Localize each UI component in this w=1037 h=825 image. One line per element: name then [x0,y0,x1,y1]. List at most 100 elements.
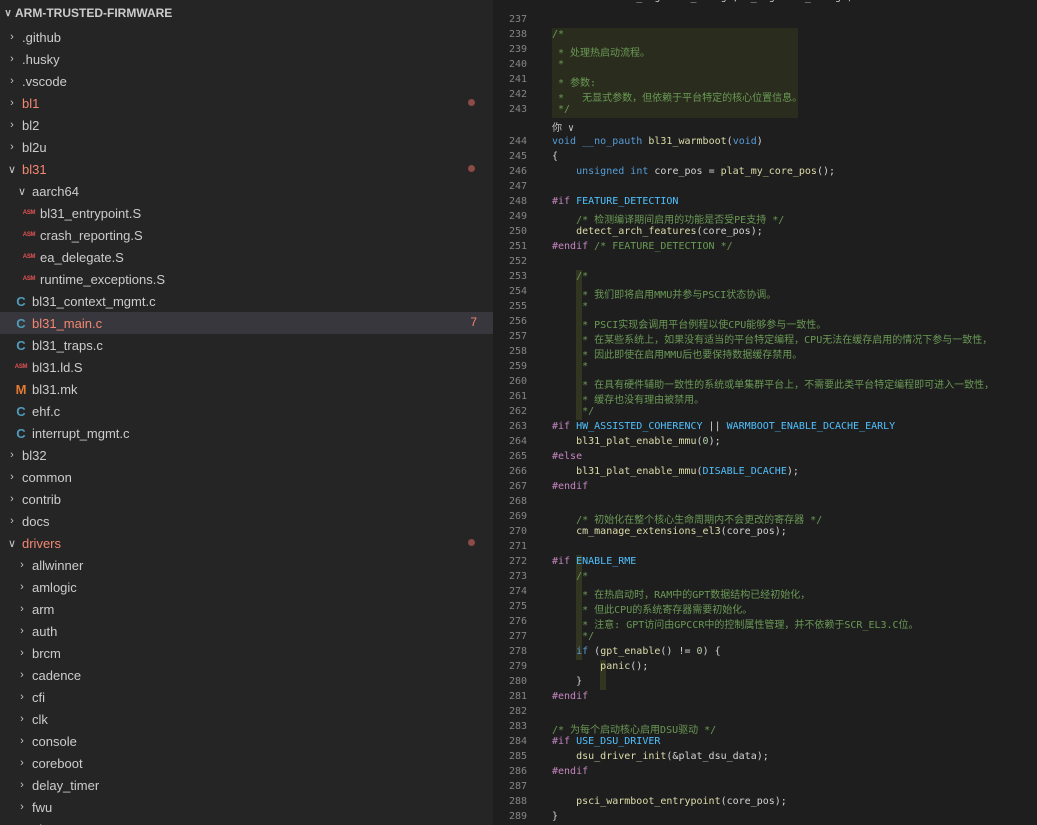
tree-folder[interactable]: › clk [0,708,493,730]
code-line[interactable]: } [552,676,582,687]
tree-folder[interactable]: › allwinner [0,554,493,576]
tree-folder[interactable]: › cfi [0,686,493,708]
code-line[interactable]: /* [552,271,588,282]
code-line[interactable]: /* [552,29,564,40]
code-line[interactable]: * 注意: GPT访问由GPCCR中的控制属性管理，并不依赖于SCR_EL3.C… [552,616,918,631]
explorer-root-header[interactable]: ∨ ARM-TRUSTED-FIRMWARE [0,0,493,26]
tree-file[interactable]: Cbl31_main.c 7 [0,312,493,334]
code-line[interactable]: * 在某些系统上，如果没有适当的平台特定编程，CPU无法在缓存启用的情况下参与一… [552,331,992,346]
code-line[interactable]: #else [552,451,582,462]
tree-folder[interactable]: › cadence [0,664,493,686]
code-line[interactable]: * 在具有硬件辅助一致性的系统或单集群平台上，不需要此类平台特定编程即可进入一致… [552,376,994,391]
tree-folder[interactable]: › bl2 [0,114,493,136]
tree-file[interactable]: Cinterrupt_mgmt.c [0,422,493,444]
tree-folder[interactable]: › common [0,466,493,488]
code-line[interactable]: void __no_pauth bl31_warmboot(void) [552,136,763,147]
code-line[interactable]: /* 为每个启动核心启用DSU驱动 */ [552,721,716,736]
code-line[interactable]: /* 检测编译期间启用的功能是否受PE支持 */ [552,211,784,226]
code-line[interactable]: /* [552,571,588,582]
tree-folder[interactable]: › docs [0,510,493,532]
code-line[interactable]: unsigned int core_pos = plat_my_core_pos… [552,166,835,177]
tree-folder[interactable]: › fwu [0,796,493,818]
code-line[interactable]: */ [552,104,570,115]
code-line[interactable]: * 但此CPU的系统寄存器需要初始化。 [552,601,752,616]
tree-folder[interactable]: ∨ drivers [0,532,493,554]
tree-folder[interactable]: › coreboot [0,752,493,774]
code-token: /* [552,29,565,40]
code-line[interactable]: dsu_driver_init(&plat_dsu_data); [552,751,769,762]
code-line[interactable]: #endif /* FEATURE_DETECTION */ [552,241,733,252]
code-line[interactable]: bl31_plat_enable_mmu(0); [552,436,721,447]
tree-file[interactable]: ASM ea_delegate.S [0,246,493,268]
code-line[interactable]: panic(); [552,661,648,672]
code-line[interactable]: bl31_plat_enable_mmu(DISABLE_DCACHE); [552,466,799,477]
tree-folder[interactable]: › .github [0,26,493,48]
code-line[interactable]: * [552,301,588,312]
tree-folder[interactable]: › bl32 [0,444,493,466]
tree-folder[interactable]: › bl2u [0,136,493,158]
code-line[interactable]: if (gpt_enable() != 0) { [552,646,721,657]
code-line[interactable]: #if ENABLE_RME [552,556,636,567]
tree-folder[interactable]: › auth [0,620,493,642]
code-editor[interactable]: 112 237 238 239 240 241 242 243 244 245 246 247 248 2… [493,0,1037,825]
code-line[interactable]: u_register_t arg2, u_register_t arg3) [552,0,853,3]
code-line[interactable]: * 在热启动时，RAM中的GPT数据结构已经初始化， [552,586,810,601]
tree-folder[interactable]: › amlogic [0,576,493,598]
code-token: * [552,59,565,70]
tree-folder[interactable]: ∨ bl31 [0,158,493,180]
code-line[interactable]: #endif [552,766,588,777]
code-line[interactable]: cm_manage_extensions_el3(core_pos); [552,526,787,537]
code-token: ENABLE_RME [576,556,637,567]
code-line[interactable]: #if USE_DSU_DRIVER [552,736,660,747]
code-line[interactable]: #if HW_ASSISTED_COHERENCY || WARMBOOT_EN… [552,421,895,432]
tree-folder[interactable]: › contrib [0,488,493,510]
code-token: */ [576,406,595,417]
tree-file[interactable]: Cbl31_traps.c [0,334,493,356]
code-line[interactable]: detect_arch_features(core_pos); [552,226,763,237]
tree-item-label: bl2 [22,117,40,133]
tree-file[interactable]: Cehf.c [0,400,493,422]
code-line[interactable]: * 参数: [552,74,596,89]
code-line[interactable]: * 我们即将启用MMU并参与PSCI状态协调。 [552,286,776,301]
line-number: 250 [508,226,527,237]
code-line[interactable]: * 缓存也没有理由被禁用。 [552,391,704,406]
code-line[interactable]: * [552,361,588,372]
tree-file[interactable]: ASM crash_reporting.S [0,224,493,246]
tree-folder[interactable]: › bl1 [0,92,493,114]
code-line[interactable]: #if FEATURE_DETECTION [552,196,678,207]
tree-item-label: amlogic [32,579,77,595]
line-number: 254 [508,286,527,297]
code-token: psci_warmboot_entrypoint [576,796,721,807]
tree-folder[interactable]: › brcm [0,642,493,664]
code-line[interactable]: */ [552,631,594,642]
code-line[interactable]: /* 初始化在整个核心生命周期内不会更改的寄存器 */ [552,511,822,526]
code-line[interactable]: #endif [552,481,588,492]
tree-folder[interactable]: › .vscode [0,70,493,92]
tree-folder[interactable]: › arm [0,598,493,620]
code-line[interactable]: * 无显式参数，但依赖于平台特定的核心位置信息。 [552,89,802,104]
codelens-fold-icon[interactable]: 你 ∨ [552,119,574,134]
tree-item-label: coreboot [32,755,83,771]
code-line[interactable]: * 处理热启动流程。 [552,44,650,59]
tree-folder[interactable]: › .husky [0,48,493,70]
code-line[interactable]: * PSCI实现会调用平台例程以使CPU能够参与一致性。 [552,316,826,331]
tree-folder[interactable]: › delay_timer [0,774,493,796]
code-token: plat_my_core_pos [720,166,817,177]
code-line[interactable]: */ [552,406,594,417]
tree-file[interactable]: Cbl31_context_mgmt.c [0,290,493,312]
code-line[interactable]: #endif [552,691,588,702]
code-line[interactable]: * 因此即使在启用MMU后也要保持数据缓存禁用。 [552,346,802,361]
tree-folder[interactable]: › console [0,730,493,752]
code-line[interactable]: } [552,811,558,822]
indent-highlight [552,28,798,118]
code-line[interactable]: psci_warmboot_entrypoint(core_pos); [552,796,787,807]
code-line[interactable]: * [552,59,564,70]
code-line[interactable]: { [552,151,558,162]
tree-file[interactable]: ASM runtime_exceptions.S [0,268,493,290]
tree-file[interactable]: ASM bl31_entrypoint.S [0,202,493,224]
tree-folder[interactable]: ›gic [0,818,493,825]
tree-folder[interactable]: ∨ aarch64 [0,180,493,202]
tree-file[interactable]: ASM bl31.ld.S [0,356,493,378]
tree-file[interactable]: Mbl31.mk [0,378,493,400]
